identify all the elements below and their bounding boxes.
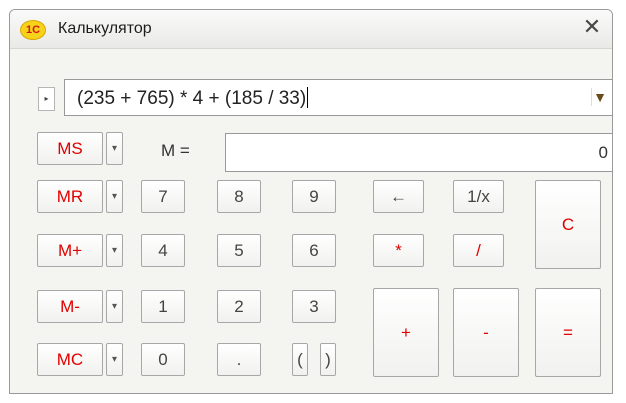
key-4[interactable]: 4 — [141, 234, 185, 267]
decimal-key[interactable]: . — [217, 343, 261, 376]
dropdown-arrow-icon[interactable]: ▼ — [591, 88, 608, 106]
key-5[interactable]: 5 — [217, 234, 261, 267]
key-6[interactable]: 6 — [292, 234, 336, 267]
ms-button[interactable]: MS — [37, 132, 103, 165]
close-paren-key[interactable]: ) — [320, 343, 336, 376]
plus-key[interactable]: + — [373, 288, 439, 377]
clear-key[interactable]: C — [535, 180, 601, 269]
key-9[interactable]: 9 — [292, 180, 336, 213]
title-bar: 1С Калькулятор ✕ — [10, 10, 612, 49]
key-3[interactable]: 3 — [292, 290, 336, 323]
memory-display: 0 — [225, 133, 612, 172]
m-plus-button[interactable]: M+ — [37, 234, 103, 267]
key-0[interactable]: 0 — [141, 343, 185, 376]
minus-key[interactable]: - — [453, 288, 519, 377]
backspace-key[interactable]: ← — [373, 180, 424, 213]
mc-dropdown-icon[interactable]: ▾ — [106, 343, 123, 376]
key-2[interactable]: 2 — [217, 290, 261, 323]
m-minus-dropdown-icon[interactable]: ▾ — [106, 290, 123, 323]
window-title: Калькулятор — [58, 20, 152, 37]
expression-value: (235 + 765) * 4 + (185 / 33) — [77, 88, 307, 109]
m-minus-button[interactable]: M- — [37, 290, 103, 323]
expression-input[interactable]: (235 + 765) * 4 + (185 / 33) ▼ — [64, 79, 612, 116]
memory-value: 0 — [598, 143, 608, 162]
key-8[interactable]: 8 — [217, 180, 261, 213]
key-7[interactable]: 7 — [141, 180, 185, 213]
expression-text: (235 + 765) * 4 + (185 / 33) — [77, 87, 309, 110]
close-icon[interactable]: ✕ — [581, 16, 603, 38]
memory-label: M = — [161, 141, 190, 160]
multiply-key[interactable]: * — [373, 234, 424, 267]
mc-button[interactable]: MC — [37, 343, 103, 376]
reciprocal-key[interactable]: 1/x — [453, 180, 504, 213]
expression-toggle-icon[interactable]: ▸ — [38, 87, 55, 111]
mr-dropdown-icon[interactable]: ▾ — [106, 180, 123, 213]
mr-button[interactable]: MR — [37, 180, 103, 213]
open-paren-key[interactable]: ( — [292, 343, 308, 376]
equals-key[interactable]: = — [535, 288, 601, 377]
m-plus-dropdown-icon[interactable]: ▾ — [106, 234, 123, 267]
calculator-window: 1С Калькулятор ✕ ▸ (235 + 765) * 4 + (18… — [9, 9, 613, 394]
app-logo-icon: 1С — [20, 20, 46, 40]
text-cursor — [307, 87, 309, 108]
ms-dropdown-icon[interactable]: ▾ — [106, 132, 123, 165]
key-1[interactable]: 1 — [141, 290, 185, 323]
divide-key[interactable]: / — [453, 234, 504, 267]
